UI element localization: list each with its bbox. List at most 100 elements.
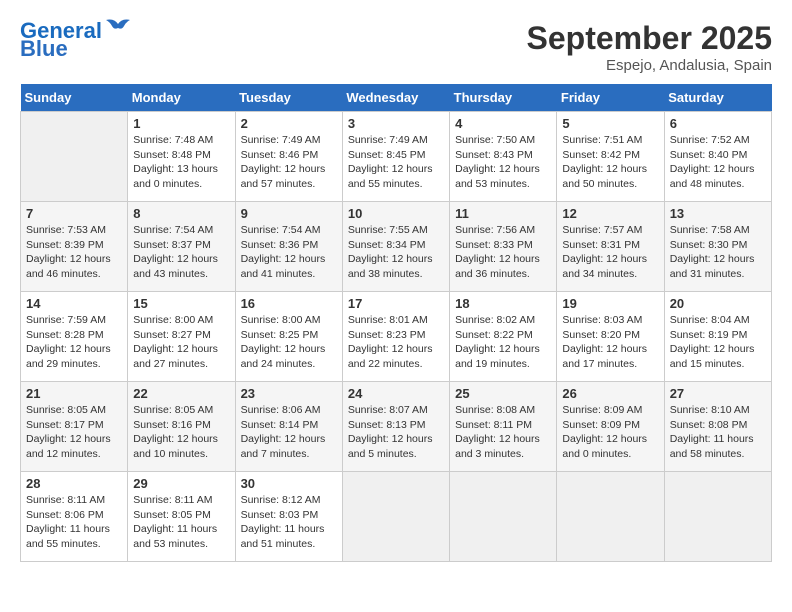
calendar-cell: 8 Sunrise: 7:54 AMSunset: 8:37 PMDaylight… (128, 202, 235, 292)
calendar-cell: 1Sunrise: 7:48 AMSunset: 8:48 PMDaylight… (128, 112, 235, 202)
calendar-cell: 13Sunrise: 7:58 AMSunset: 8:30 PMDayligh… (664, 202, 771, 292)
logo-blue: Blue (20, 38, 68, 60)
day-number: 29 (133, 476, 229, 491)
day-number: 25 (455, 386, 551, 401)
cell-details: Sunrise: 7:50 AMSunset: 8:43 PMDaylight:… (455, 134, 540, 190)
day-number: 19 (562, 296, 658, 311)
day-number: 28 (26, 476, 122, 491)
day-number: 27 (670, 386, 766, 401)
title-block: September 2025 Espejo, Andalusia, Spain (527, 20, 772, 74)
weekday-header: Wednesday (342, 84, 449, 112)
weekday-header: Sunday (21, 84, 128, 112)
logo: General Blue (20, 20, 132, 60)
calendar-cell: 25 Sunrise: 8:08 AMSunset: 8:11 PMDayligh… (450, 382, 557, 472)
cell-details: Sunrise: 8:05 AMSunset: 8:16 PMDaylight:… (133, 404, 218, 460)
cell-details: Sunrise: 8:04 AMSunset: 8:19 PMDaylight:… (670, 314, 755, 370)
weekday-header: Monday (128, 84, 235, 112)
cell-details: Sunrise: 7:51 AMSunset: 8:42 PMDaylight:… (562, 134, 647, 190)
calendar-cell: 30 Sunrise: 8:12 AMSunset: 8:03 PMDayligh… (235, 472, 342, 562)
calendar-cell: 17 Sunrise: 8:01 AMSunset: 8:23 PMDayligh… (342, 292, 449, 382)
month-title: September 2025 (527, 20, 772, 57)
cell-details: Sunrise: 8:10 AMSunset: 8:08 PMDaylight:… (670, 404, 754, 460)
calendar-week-row: 21Sunrise: 8:05 AMSunset: 8:17 PMDayligh… (21, 382, 772, 472)
calendar-cell: 5 Sunrise: 7:51 AMSunset: 8:42 PMDaylight… (557, 112, 664, 202)
calendar-cell: 7 Sunrise: 7:53 AMSunset: 8:39 PMDaylight… (21, 202, 128, 292)
day-number: 11 (455, 206, 551, 221)
cell-details: Sunrise: 7:54 AMSunset: 8:37 PMDaylight:… (133, 224, 218, 280)
day-number: 15 (133, 296, 229, 311)
cell-details: Sunrise: 8:00 AMSunset: 8:25 PMDaylight:… (241, 314, 326, 370)
calendar-cell: 4 Sunrise: 7:50 AMSunset: 8:43 PMDaylight… (450, 112, 557, 202)
calendar-cell: 29 Sunrise: 8:11 AMSunset: 8:05 PMDayligh… (128, 472, 235, 562)
calendar-cell: 22Sunrise: 8:05 AMSunset: 8:16 PMDayligh… (128, 382, 235, 472)
day-number: 13 (670, 206, 766, 221)
day-number: 7 (26, 206, 122, 221)
logo-bird-icon (104, 16, 132, 38)
cell-details: Sunrise: 7:54 AMSunset: 8:36 PMDaylight:… (241, 224, 326, 280)
day-number: 16 (241, 296, 337, 311)
day-number: 3 (348, 116, 444, 131)
page-header: General Blue September 2025 Espejo, Anda… (20, 20, 772, 74)
cell-details: Sunrise: 8:00 AMSunset: 8:27 PMDaylight:… (133, 314, 218, 370)
cell-details: Sunrise: 7:59 AMSunset: 8:28 PMDaylight:… (26, 314, 111, 370)
day-number: 18 (455, 296, 551, 311)
calendar-week-row: 14Sunrise: 7:59 AMSunset: 8:28 PMDayligh… (21, 292, 772, 382)
day-number: 12 (562, 206, 658, 221)
day-number: 5 (562, 116, 658, 131)
calendar-cell: 26 Sunrise: 8:09 AMSunset: 8:09 PMDayligh… (557, 382, 664, 472)
weekday-header: Saturday (664, 84, 771, 112)
calendar-cell: 16 Sunrise: 8:00 AMSunset: 8:25 PMDayligh… (235, 292, 342, 382)
cell-details: Sunrise: 7:57 AMSunset: 8:31 PMDaylight:… (562, 224, 647, 280)
calendar-cell: 28Sunrise: 8:11 AMSunset: 8:06 PMDayligh… (21, 472, 128, 562)
calendar-cell: 27 Sunrise: 8:10 AMSunset: 8:08 PMDayligh… (664, 382, 771, 472)
calendar-week-row: 7 Sunrise: 7:53 AMSunset: 8:39 PMDaylight… (21, 202, 772, 292)
cell-details: Sunrise: 8:09 AMSunset: 8:09 PMDaylight:… (562, 404, 647, 460)
weekday-header-row: SundayMondayTuesdayWednesdayThursdayFrid… (21, 84, 772, 112)
day-number: 6 (670, 116, 766, 131)
cell-details: Sunrise: 8:01 AMSunset: 8:23 PMDaylight:… (348, 314, 433, 370)
calendar-cell: 23 Sunrise: 8:06 AMSunset: 8:14 PMDayligh… (235, 382, 342, 472)
calendar-cell: 20Sunrise: 8:04 AMSunset: 8:19 PMDayligh… (664, 292, 771, 382)
day-number: 24 (348, 386, 444, 401)
cell-details: Sunrise: 7:53 AMSunset: 8:39 PMDaylight:… (26, 224, 111, 280)
calendar-table: SundayMondayTuesdayWednesdayThursdayFrid… (20, 84, 772, 562)
calendar-cell (21, 112, 128, 202)
day-number: 21 (26, 386, 122, 401)
calendar-cell: 24 Sunrise: 8:07 AMSunset: 8:13 PMDayligh… (342, 382, 449, 472)
calendar-cell: 21Sunrise: 8:05 AMSunset: 8:17 PMDayligh… (21, 382, 128, 472)
weekday-header: Thursday (450, 84, 557, 112)
cell-details: Sunrise: 8:11 AMSunset: 8:05 PMDaylight:… (133, 494, 217, 550)
day-number: 26 (562, 386, 658, 401)
day-number: 17 (348, 296, 444, 311)
calendar-cell (342, 472, 449, 562)
cell-details: Sunrise: 7:56 AMSunset: 8:33 PMDaylight:… (455, 224, 540, 280)
cell-details: Sunrise: 8:12 AMSunset: 8:03 PMDaylight:… (241, 494, 325, 550)
calendar-cell (664, 472, 771, 562)
day-number: 30 (241, 476, 337, 491)
cell-details: Sunrise: 7:49 AMSunset: 8:46 PMDaylight:… (241, 134, 326, 190)
calendar-cell: 18Sunrise: 8:02 AMSunset: 8:22 PMDayligh… (450, 292, 557, 382)
day-number: 1 (133, 116, 229, 131)
cell-details: Sunrise: 8:08 AMSunset: 8:11 PMDaylight:… (455, 404, 540, 460)
day-number: 8 (133, 206, 229, 221)
calendar-week-row: 1Sunrise: 7:48 AMSunset: 8:48 PMDaylight… (21, 112, 772, 202)
day-number: 2 (241, 116, 337, 131)
calendar-cell: 19Sunrise: 8:03 AMSunset: 8:20 PMDayligh… (557, 292, 664, 382)
cell-details: Sunrise: 7:49 AMSunset: 8:45 PMDaylight:… (348, 134, 433, 190)
calendar-cell: 9 Sunrise: 7:54 AMSunset: 8:36 PMDaylight… (235, 202, 342, 292)
cell-details: Sunrise: 8:07 AMSunset: 8:13 PMDaylight:… (348, 404, 433, 460)
cell-details: Sunrise: 7:52 AMSunset: 8:40 PMDaylight:… (670, 134, 755, 190)
weekday-header: Friday (557, 84, 664, 112)
location: Espejo, Andalusia, Spain (527, 57, 772, 74)
cell-details: Sunrise: 8:06 AMSunset: 8:14 PMDaylight:… (241, 404, 326, 460)
calendar-cell: 2 Sunrise: 7:49 AMSunset: 8:46 PMDaylight… (235, 112, 342, 202)
day-number: 9 (241, 206, 337, 221)
calendar-cell: 6 Sunrise: 7:52 AMSunset: 8:40 PMDaylight… (664, 112, 771, 202)
calendar-cell: 12 Sunrise: 7:57 AMSunset: 8:31 PMDayligh… (557, 202, 664, 292)
calendar-week-row: 28Sunrise: 8:11 AMSunset: 8:06 PMDayligh… (21, 472, 772, 562)
day-number: 4 (455, 116, 551, 131)
calendar-cell: 11 Sunrise: 7:56 AMSunset: 8:33 PMDayligh… (450, 202, 557, 292)
day-number: 23 (241, 386, 337, 401)
cell-details: Sunrise: 7:55 AMSunset: 8:34 PMDaylight:… (348, 224, 433, 280)
weekday-header: Tuesday (235, 84, 342, 112)
